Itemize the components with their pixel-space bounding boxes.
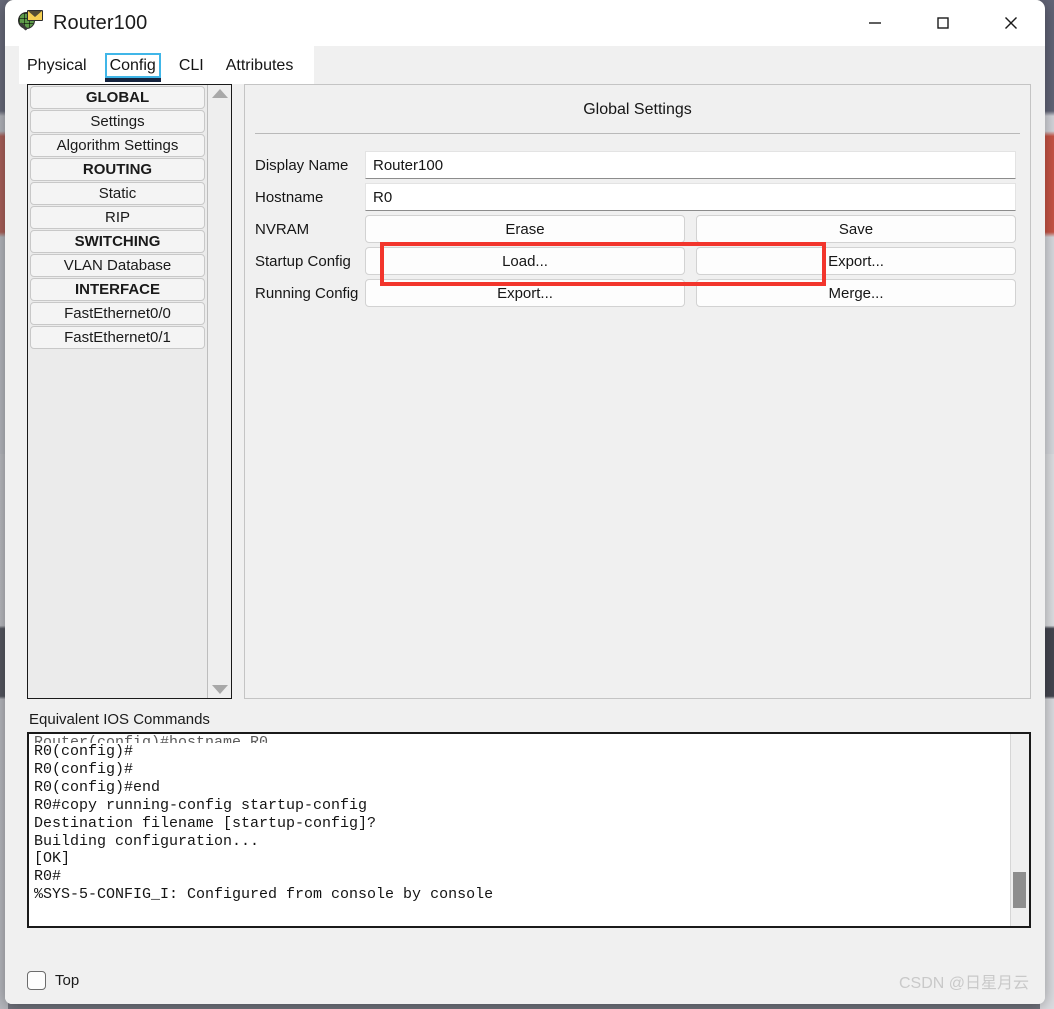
top-checkbox-label: Top	[55, 972, 80, 989]
console-line-clipped: Router(config)#hostname R0	[34, 734, 269, 743]
top-checkbox[interactable]	[27, 971, 46, 990]
startup-config-label: Startup Config	[255, 252, 351, 270]
nvram-row: NVRAM Erase Save	[255, 214, 1016, 244]
screen: Router100 Physical Config CLI Attributes	[0, 0, 1054, 1009]
running-config-merge-button[interactable]: Merge...	[696, 279, 1016, 307]
display-name-row: Display Name Router100	[255, 150, 1016, 180]
tab-bar: Physical Config CLI Attributes	[5, 46, 1045, 84]
config-upper-area: GLOBAL Settings Algorithm Settings ROUTING S…	[27, 84, 1031, 699]
sidebar-item-switching[interactable]: SWITCHING	[30, 230, 205, 253]
console-line: R0#	[34, 868, 62, 886]
sidebar-item-rip[interactable]: RIP	[30, 206, 205, 229]
sidebar-item-static[interactable]: Static	[30, 182, 205, 205]
sidebar-item-algorithm-settings[interactable]: Algorithm Settings	[30, 134, 205, 157]
hostname-row: Hostname R0	[255, 182, 1016, 212]
console-line: R0#copy running-config startup-config	[34, 796, 368, 814]
scroll-up-arrow-icon[interactable]	[211, 89, 228, 98]
console-scrollbar[interactable]	[1010, 734, 1029, 926]
console-line: R0(config)#	[34, 760, 134, 778]
router-device-window: Router100 Physical Config CLI Attributes	[5, 0, 1045, 1004]
sidebar-scrollbar[interactable]	[207, 85, 231, 698]
window-title: Router100	[53, 11, 148, 34]
minimize-icon[interactable]	[841, 0, 909, 46]
window-content: GLOBAL Settings Algorithm Settings ROUTING S…	[5, 84, 1045, 957]
hostname-label: Hostname	[255, 188, 324, 206]
startup-config-row: Startup Config Load... Export...	[255, 246, 1016, 276]
running-config-label: Running Config	[255, 284, 359, 302]
tab-cli-label: CLI	[178, 57, 204, 74]
tab-attributes-label: Attributes	[225, 57, 294, 74]
maximize-icon[interactable]	[909, 0, 977, 46]
panel-divider	[255, 133, 1020, 134]
startup-config-load-button[interactable]: Load...	[365, 247, 685, 275]
watermark: CSDN @日星月云	[898, 974, 1029, 992]
scroll-down-arrow-icon[interactable]	[211, 685, 228, 694]
tab-attributes[interactable]: Attributes	[226, 58, 294, 84]
equivalent-ios-commands-label: Equivalent IOS Commands	[29, 711, 210, 728]
close-icon[interactable]	[977, 0, 1045, 46]
sidebar-item-global[interactable]: GLOBAL	[30, 86, 205, 109]
console-line: Building configuration...	[34, 832, 260, 850]
sidebar-item-fastethernet0-0[interactable]: FastEthernet0/0	[30, 302, 205, 325]
console-line: Destination filename [startup-config]?	[34, 814, 377, 832]
sidebar-item-interface[interactable]: INTERFACE	[30, 278, 205, 301]
config-sidebar-list: GLOBAL Settings Algorithm Settings ROUTING S…	[28, 85, 207, 698]
router-globe-envelope-icon	[18, 10, 44, 36]
running-config-export-button[interactable]: Export...	[365, 279, 685, 307]
tab-config-label: Config	[104, 53, 161, 78]
hostname-input[interactable]: R0	[365, 183, 1016, 211]
ios-console[interactable]: Router(config)#hostname R0 R0(config)# R0(…	[27, 732, 1031, 928]
title-bar: Router100	[5, 0, 1045, 46]
display-name-label: Display Name	[255, 156, 349, 174]
global-settings-form: Display Name Router100 Hostname R0 NVRAM…	[245, 150, 1030, 308]
console-line: [OK]	[34, 850, 71, 868]
global-settings-panel: Global Settings Display Name Router100 H…	[244, 84, 1031, 699]
window-controls	[841, 0, 1045, 46]
console-line: R0(config)#end	[34, 778, 161, 796]
nvram-save-button[interactable]: Save	[696, 215, 1016, 243]
sidebar-item-vlan-database[interactable]: VLAN Database	[30, 254, 205, 277]
console-scrollbar-thumb[interactable]	[1013, 872, 1026, 908]
nvram-erase-button[interactable]: Erase	[365, 215, 685, 243]
panel-title: Global Settings	[583, 101, 692, 118]
tab-physical[interactable]: Physical	[27, 58, 87, 84]
sidebar-item-routing[interactable]: ROUTING	[30, 158, 205, 181]
tab-cli[interactable]: CLI	[179, 58, 204, 84]
sidebar-item-settings[interactable]: Settings	[30, 110, 205, 133]
tab-physical-label: Physical	[27, 57, 87, 74]
ios-console-text: Router(config)#hostname R0 R0(config)# R0(…	[29, 734, 1010, 926]
nvram-label: NVRAM	[255, 220, 310, 238]
window-footer: Top CSDN @日星月云	[5, 957, 1045, 1004]
display-name-input[interactable]: Router100	[365, 151, 1016, 179]
console-line: R0(config)#	[34, 743, 134, 760]
startup-config-export-button[interactable]: Export...	[696, 247, 1016, 275]
console-line: %SYS-5-CONFIG_I: Configured from console…	[34, 886, 494, 904]
running-config-row: Running Config Export... Merge...	[255, 278, 1016, 308]
sidebar-item-fastethernet0-1[interactable]: FastEthernet0/1	[30, 326, 205, 349]
tab-config[interactable]: Config	[104, 53, 162, 84]
config-sidebar: GLOBAL Settings Algorithm Settings ROUTING S…	[27, 84, 232, 699]
